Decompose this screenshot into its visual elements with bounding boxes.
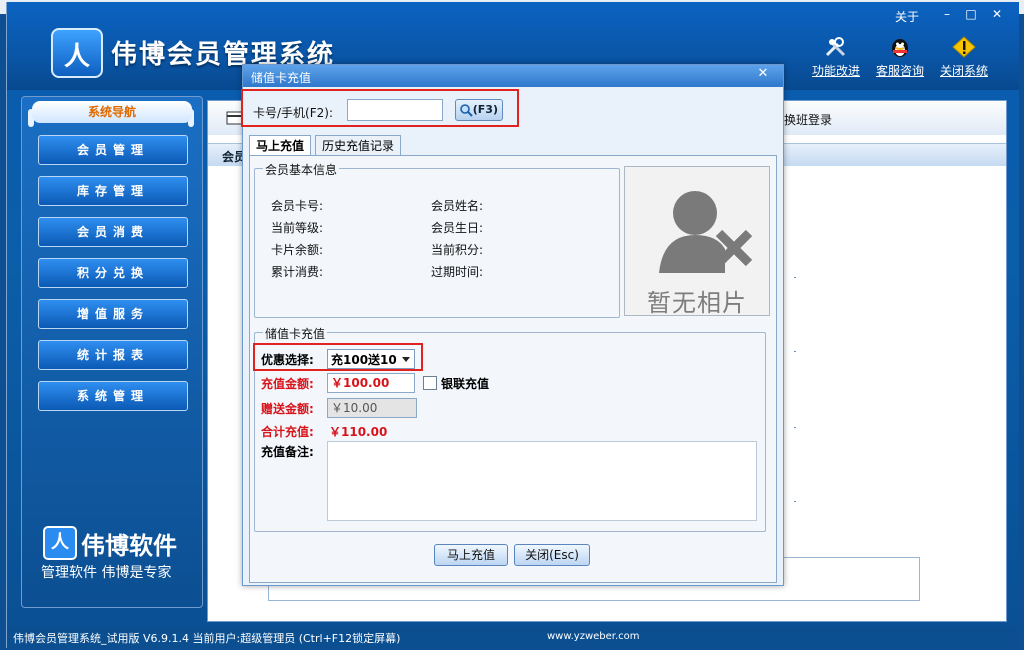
customer-service-button[interactable]: 客服咨询: [871, 36, 929, 79]
status-url: www.yzweber.com: [547, 631, 640, 642]
tab-recharge-now[interactable]: 马上充值: [249, 135, 312, 157]
search-icon: [460, 104, 473, 117]
sidebar-title: 系统导航: [32, 101, 192, 123]
current-level-label: 当前等级:: [271, 221, 324, 235]
dialog-title: 储值卡充值: [251, 71, 312, 85]
bonus-amount-input: ￥10.00: [327, 398, 417, 418]
sidebar-item-system-management[interactable]: 系统管理: [38, 381, 188, 411]
sidebar-item-statistics-reports[interactable]: 统计报表: [38, 340, 188, 370]
unionpay-label: 银联充值: [441, 377, 490, 391]
app-logo-icon: 人: [51, 28, 103, 78]
status-bar: 伟博会员管理系统_试用版 V6.9.1.4 当前用户:超级管理员 (Ctrl+F…: [7, 626, 1019, 648]
member-name-label: 会员姓名:: [431, 199, 484, 213]
no-photo-avatar-icon: [659, 191, 753, 273]
remark-label: 充值备注:: [261, 445, 314, 459]
about-link[interactable]: 关于: [895, 8, 919, 24]
qq-penguin-icon: [892, 39, 908, 57]
card-search-button-label: (F3): [472, 103, 498, 116]
member-photo: 暂无相片: [624, 166, 770, 317]
divider: [794, 501, 796, 502]
recharge-group: 储值卡充值 优惠选择: 充100送10 充值金额: ￥100.00 银联充值 赠…: [253, 325, 766, 532]
maximize-button[interactable]: □: [961, 6, 981, 22]
recharge-tab-panel: 会员基本信息 会员卡号: 当前等级: 卡片余额: 累计消费: 会员姓名: 会员生…: [249, 155, 777, 583]
dialog-close-esc-button[interactable]: 关闭(Esc): [514, 544, 590, 566]
feature-improve-label: 功能改进: [811, 64, 860, 78]
close-button[interactable]: ✕: [987, 6, 1007, 22]
brand-name: 伟博软件: [81, 532, 177, 560]
card-balance-label: 卡片余额:: [271, 243, 324, 257]
member-card-no-label: 会员卡号:: [271, 199, 324, 213]
brand-tagline: 管理软件 伟博是专家: [41, 565, 172, 581]
sidebar-item-inventory-management[interactable]: 库存管理: [38, 176, 188, 206]
promo-label: 优惠选择:: [261, 353, 314, 367]
dialog-close-button[interactable]: ✕: [751, 66, 775, 82]
current-points-label: 当前积分:: [431, 243, 484, 257]
no-photo-text: 暂无相片: [647, 289, 747, 317]
expiry-time-label: 过期时间:: [431, 265, 484, 279]
promo-select[interactable]: 充100送10: [327, 349, 415, 369]
sidebar-item-member-consumption[interactable]: 会员消费: [38, 217, 188, 247]
recharge-amount-input[interactable]: ￥100.00: [327, 373, 415, 393]
unionpay-checkbox[interactable]: [423, 376, 437, 390]
card-search-button[interactable]: (F3): [455, 99, 503, 121]
card-number-label: 卡号/手机(F2):: [253, 106, 333, 120]
sidebar-item-value-added-services[interactable]: 增值服务: [38, 299, 188, 329]
total-recharge-value: ￥110.00: [329, 425, 388, 439]
recharge-dialog: 储值卡充值 ✕ 卡号/手机(F2): (F3) 马上充值 历史充值记录 会员基本…: [241, 64, 784, 586]
divider: [794, 427, 796, 428]
member-info-group: 会员基本信息 会员卡号: 当前等级: 卡片余额: 累计消费: 会员姓名: 会员生…: [254, 161, 620, 318]
tab-recharge-history[interactable]: 历史充值记录: [315, 135, 402, 156]
promo-select-value: 充100送10: [331, 353, 397, 367]
tools-icon: [825, 37, 846, 57]
shutdown-system-button[interactable]: 关闭系统: [935, 36, 993, 79]
status-text: 伟博会员管理系统_试用版 V6.9.1.4 当前用户:超级管理员 (Ctrl+F…: [13, 632, 401, 645]
member-info-title: 会员基本信息: [263, 161, 340, 178]
feature-improve-button[interactable]: 功能改进: [807, 36, 865, 79]
total-consumption-label: 累计消费:: [271, 265, 324, 279]
chevron-down-icon: [402, 357, 410, 362]
warning-icon: [952, 36, 976, 58]
remark-textarea[interactable]: [327, 441, 757, 521]
recharge-amount-label: 充值金额:: [261, 377, 314, 391]
sidebar-item-points-exchange[interactable]: 积分兑换: [38, 258, 188, 288]
shift-login-button[interactable]: 换班登录: [784, 111, 832, 128]
recharge-now-button[interactable]: 马上充值: [434, 544, 508, 566]
dialog-titlebar: 储值卡充值 ✕: [243, 65, 783, 87]
total-recharge-label: 合计充值:: [261, 425, 314, 439]
divider: [794, 351, 796, 352]
recharge-group-title: 储值卡充值: [263, 325, 328, 342]
bonus-amount-label: 赠送金额:: [261, 402, 314, 416]
divider: [794, 277, 796, 278]
minimize-button[interactable]: –: [937, 6, 957, 22]
shutdown-system-label: 关闭系统: [939, 64, 988, 78]
card-number-input[interactable]: [347, 99, 443, 121]
customer-service-label: 客服咨询: [875, 64, 924, 78]
sidebar-item-member-management[interactable]: 会员管理: [38, 135, 188, 165]
member-birthday-label: 会员生日:: [431, 221, 484, 235]
brand-logo-icon: 人: [43, 526, 77, 560]
